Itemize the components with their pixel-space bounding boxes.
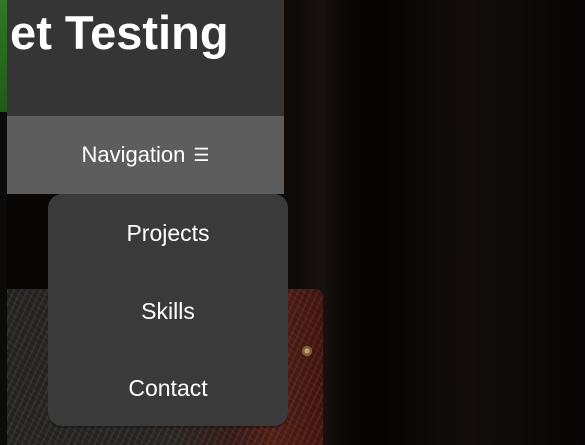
- left-dark-strip: [0, 112, 7, 445]
- menu-item-projects[interactable]: Projects: [48, 194, 288, 272]
- menu-item-skills[interactable]: Skills: [48, 272, 288, 350]
- page-title: let Testing: [7, 6, 229, 59]
- navigation-toggle[interactable]: Navigation ☰: [7, 116, 284, 194]
- menu-item-contact[interactable]: Contact: [48, 349, 288, 427]
- page-viewport: let Testing Navigation ☰ Projects Skills…: [0, 0, 585, 445]
- navigation-dropdown: Projects Skills Contact: [48, 194, 288, 426]
- hamburger-icon: ☰: [193, 145, 210, 165]
- green-edge-strip: [0, 0, 7, 112]
- navigation-label: Navigation: [81, 142, 186, 167]
- site-header: let Testing: [7, 0, 284, 116]
